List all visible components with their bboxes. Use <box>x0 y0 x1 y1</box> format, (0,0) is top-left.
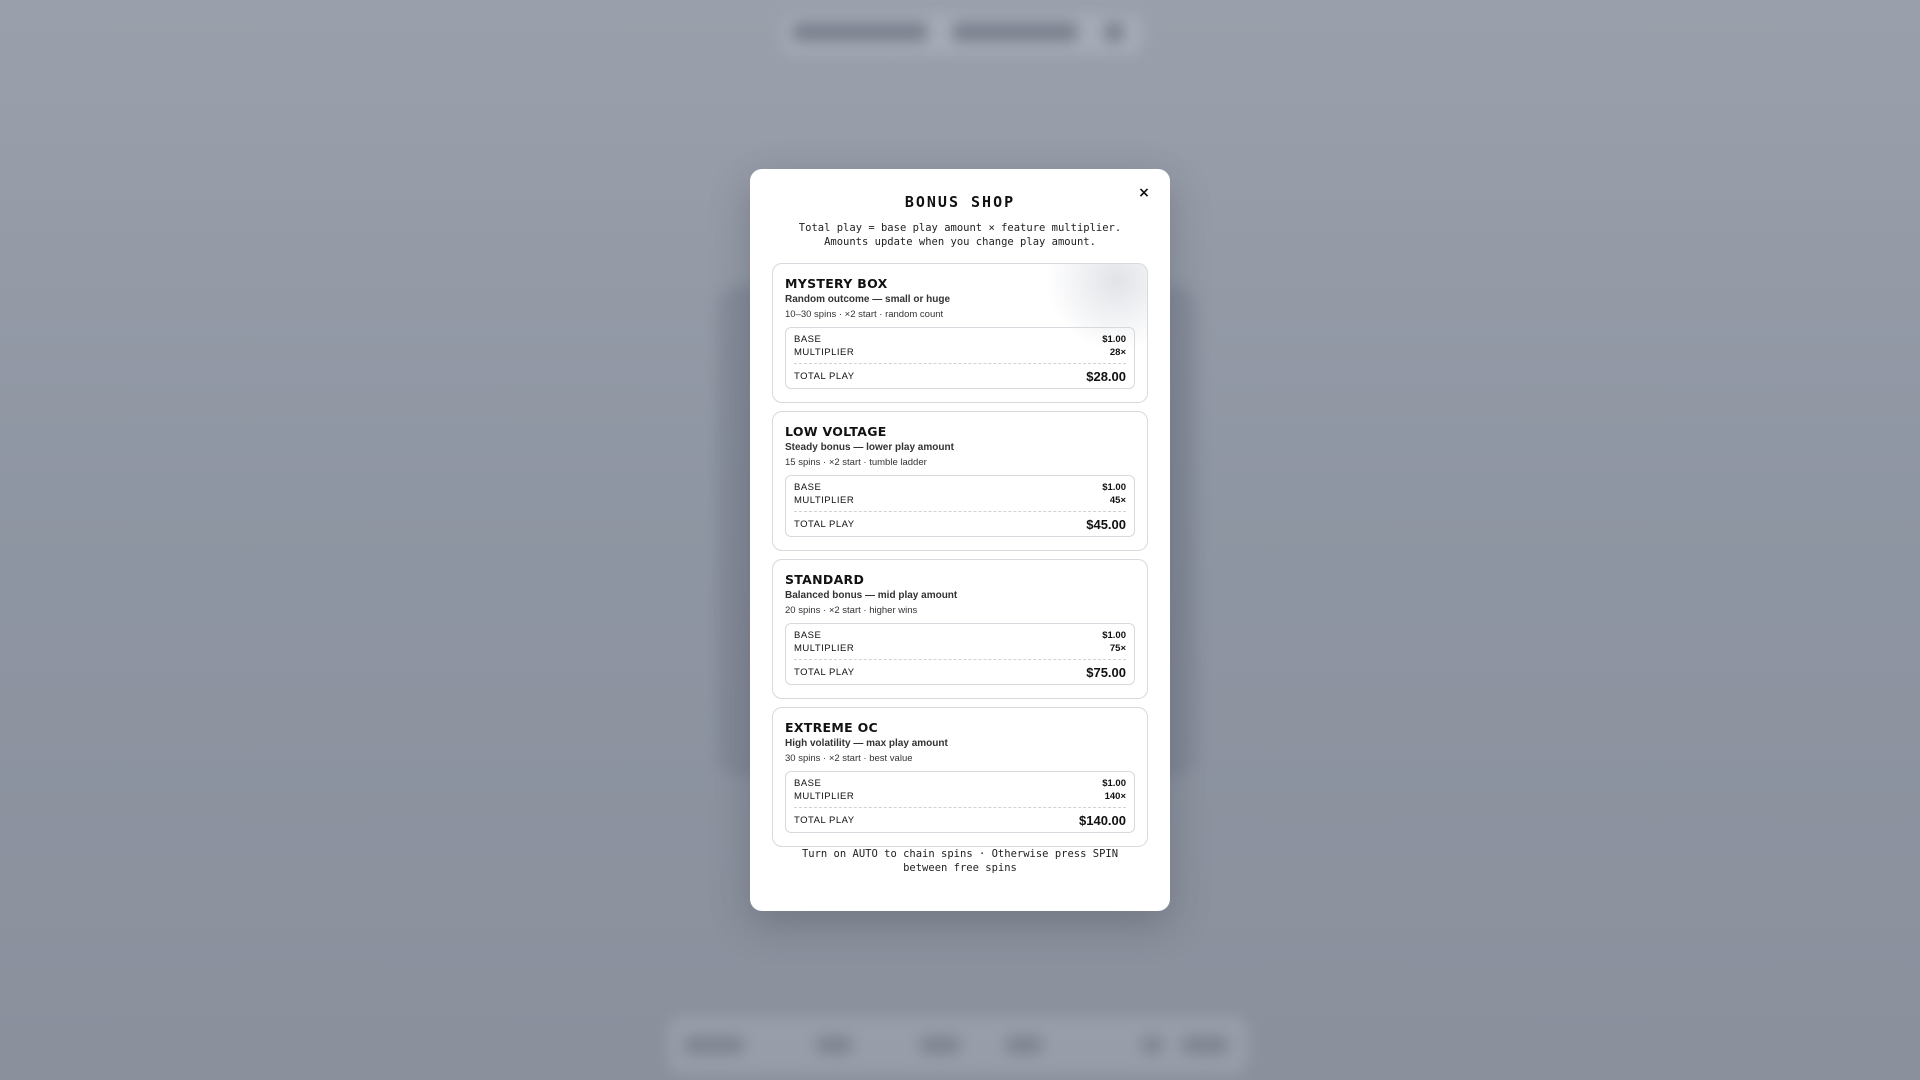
total-row: TOTAL PLAY $28.00 <box>794 369 1126 384</box>
bonus-card-standard[interactable]: STANDARD Balanced bonus — mid play amoun… <box>772 559 1148 699</box>
bonus-name: EXTREME OC <box>785 720 878 735</box>
footer-line: Turn on AUTO to chain spins · Otherwise … <box>801 848 1119 860</box>
base-value: $1.00 <box>1102 482 1126 493</box>
base-label: BASE <box>794 482 822 493</box>
bonus-name: STANDARD <box>785 572 865 587</box>
total-value: $28.00 <box>1086 369 1126 384</box>
multiplier-value: 45× <box>1109 495 1126 506</box>
total-row: TOTAL PLAY $75.00 <box>794 665 1126 680</box>
base-value: $1.00 <box>1102 630 1126 641</box>
background-top-pill <box>792 22 928 42</box>
subtitle-line: Amounts update when you change play amou… <box>824 236 1096 248</box>
total-value: $45.00 <box>1086 517 1126 532</box>
base-label: BASE <box>794 334 822 345</box>
footer-line: between free spins <box>903 862 1017 874</box>
background-bottom-pill <box>1142 1036 1162 1054</box>
bonus-shop-modal: × BONUS SHOP Total play = base play amou… <box>750 169 1170 911</box>
background-top-pill <box>952 22 1078 42</box>
bonus-description: Steady bonus — lower play amount <box>785 442 954 453</box>
bonus-meta: 30 spins · ×2 start · best value <box>785 753 913 764</box>
multiplier-value: 28× <box>1109 347 1126 358</box>
total-label: TOTAL PLAY <box>794 667 855 678</box>
background-bottom-pill <box>1006 1036 1042 1054</box>
bonus-meta: 20 spins · ×2 start · higher wins <box>785 605 918 616</box>
multiplier-label: MULTIPLIER <box>794 643 855 654</box>
bonus-name: LOW VOLTAGE <box>785 424 887 439</box>
base-label: BASE <box>794 778 822 789</box>
base-row: BASE $1.00 <box>794 777 1126 790</box>
total-label: TOTAL PLAY <box>794 371 855 382</box>
bonus-description: Balanced bonus — mid play amount <box>785 590 958 601</box>
base-label: BASE <box>794 630 822 641</box>
background-bottom-pill <box>816 1036 852 1054</box>
bonus-meta: 15 spins · ×2 start · tumble ladder <box>785 457 927 468</box>
multiplier-label: MULTIPLIER <box>794 347 855 358</box>
bonus-list: MYSTERY BOX Random outcome — small or hu… <box>772 263 1148 855</box>
footer-note: Turn on AUTO to chain spins · Otherwise … <box>774 847 1146 875</box>
multiplier-row: MULTIPLIER 140× <box>794 790 1126 803</box>
background-bottom-pill <box>1182 1036 1228 1054</box>
total-value: $75.00 <box>1086 665 1126 680</box>
price-breakdown: BASE $1.00 MULTIPLIER 75× TOTAL PLAY $75… <box>785 623 1135 685</box>
price-divider <box>794 511 1126 512</box>
multiplier-value: 140× <box>1104 791 1126 802</box>
base-row: BASE $1.00 <box>794 333 1126 346</box>
bonus-card-extreme-oc[interactable]: EXTREME OC High volatility — max play am… <box>772 707 1148 847</box>
price-breakdown: BASE $1.00 MULTIPLIER 28× TOTAL PLAY $28… <box>785 327 1135 389</box>
bonus-name: MYSTERY BOX <box>785 276 888 291</box>
price-divider <box>794 807 1126 808</box>
price-divider <box>794 363 1126 364</box>
multiplier-label: MULTIPLIER <box>794 791 855 802</box>
bonus-card-low-voltage[interactable]: LOW VOLTAGE Steady bonus — lower play am… <box>772 411 1148 551</box>
base-value: $1.00 <box>1102 778 1126 789</box>
bonus-card-mystery-box[interactable]: MYSTERY BOX Random outcome — small or hu… <box>772 263 1148 403</box>
price-divider <box>794 659 1126 660</box>
multiplier-row: MULTIPLIER 28× <box>794 346 1126 359</box>
price-breakdown: BASE $1.00 MULTIPLIER 45× TOTAL PLAY $45… <box>785 475 1135 537</box>
multiplier-label: MULTIPLIER <box>794 495 855 506</box>
background-bottom-pill <box>920 1036 960 1054</box>
bonus-description: High volatility — max play amount <box>785 738 948 749</box>
multiplier-row: MULTIPLIER 75× <box>794 642 1126 655</box>
background-top-pill <box>1104 22 1124 42</box>
total-label: TOTAL PLAY <box>794 519 855 530</box>
total-label: TOTAL PLAY <box>794 815 855 826</box>
bonus-description: Random outcome — small or huge <box>785 294 951 305</box>
subtitle-line: Total play = base play amount × feature … <box>798 222 1122 234</box>
multiplier-row: MULTIPLIER 45× <box>794 494 1126 507</box>
price-breakdown: BASE $1.00 MULTIPLIER 140× TOTAL PLAY $1… <box>785 771 1135 833</box>
bonus-meta: 10–30 spins · ×2 start · random count <box>785 309 944 320</box>
multiplier-value: 75× <box>1109 643 1126 654</box>
total-row: TOTAL PLAY $45.00 <box>794 517 1126 532</box>
base-row: BASE $1.00 <box>794 629 1126 642</box>
modal-subtitle: Total play = base play amount × feature … <box>770 221 1150 249</box>
total-row: TOTAL PLAY $140.00 <box>794 813 1126 828</box>
background-bottom-pill <box>684 1036 744 1054</box>
modal-title: BONUS SHOP <box>904 193 1016 211</box>
base-row: BASE $1.00 <box>794 481 1126 494</box>
total-value: $140.00 <box>1079 813 1126 828</box>
base-value: $1.00 <box>1102 334 1126 345</box>
